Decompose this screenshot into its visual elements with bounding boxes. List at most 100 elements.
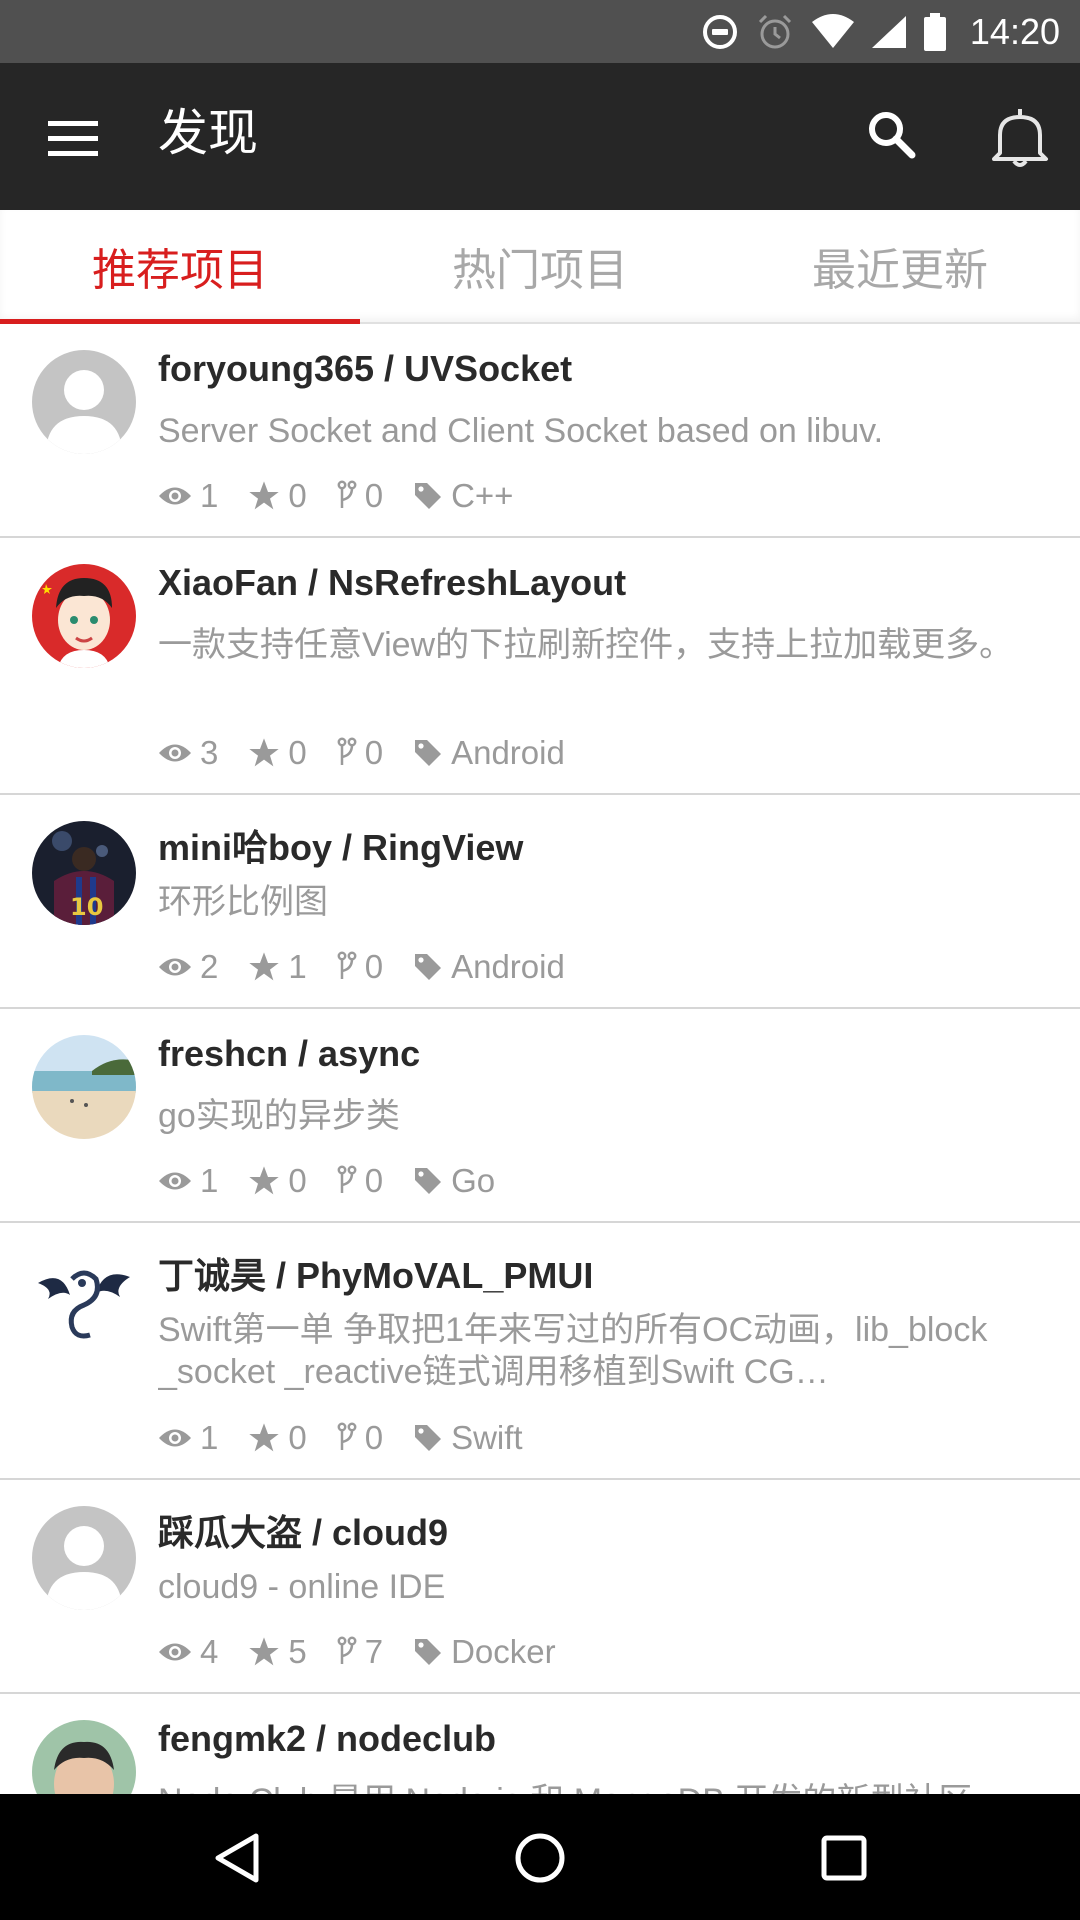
star-icon xyxy=(249,1423,280,1452)
recents-icon xyxy=(821,1835,867,1881)
list-item[interactable]: foryoung365 / UVSocket Server Socket and… xyxy=(0,324,1080,538)
repo-description: 一款支持任意View的下拉刷新控件，支持上拉加载更多。 xyxy=(158,626,1014,664)
eye-icon xyxy=(159,1429,191,1447)
star-icon xyxy=(249,1637,280,1666)
app-bar: 发现 xyxy=(0,63,1080,210)
list-item[interactable]: 踩瓜大盗 / cloud9 cloud9 - online IDE 4 5 7 … xyxy=(0,1480,1080,1694)
language-label: Android xyxy=(451,948,565,985)
repo-stats: 4 5 7 Docker xyxy=(158,1630,586,1674)
repo-name[interactable]: fengmk2 / nodeclub xyxy=(158,1718,496,1760)
default-avatar[interactable] xyxy=(32,350,136,454)
repo-description: Server Socket and Client Socket based on… xyxy=(158,412,884,450)
soccer-player-avatar[interactable]: 10 xyxy=(32,821,136,925)
fork-count: 0 xyxy=(364,734,384,771)
watch-count: 2 xyxy=(200,948,219,985)
back-button[interactable] xyxy=(210,1830,266,1890)
recents-button[interactable] xyxy=(818,1832,870,1888)
page-title: 发现 xyxy=(158,104,258,162)
language-label: C++ xyxy=(451,477,514,514)
beach-avatar[interactable] xyxy=(32,1035,136,1139)
tab-bar: 推荐项目 热门项目 最近更新 xyxy=(0,210,1080,324)
repo-name[interactable]: freshcn / async xyxy=(158,1033,420,1075)
repo-stats: 2 1 0 Android xyxy=(158,945,595,989)
navigation-bar xyxy=(0,1794,1080,1920)
tag-icon xyxy=(415,1639,442,1665)
fork-count: 0 xyxy=(364,1162,384,1199)
list-item[interactable]: 10 mini哈boy / RingView 环形比例图 2 1 0 Andro… xyxy=(0,795,1080,1009)
list-item[interactable]: 丁诚昊 / PhyMoVAL_PMUI Swift第一单 争取把1年来写过的所有… xyxy=(0,1223,1080,1480)
default-avatar[interactable] xyxy=(32,1506,136,1610)
star-icon xyxy=(249,738,280,767)
star-count: 0 xyxy=(288,1162,307,1199)
home-button[interactable] xyxy=(512,1830,568,1890)
eye-icon xyxy=(159,1172,191,1190)
tag-icon xyxy=(415,1168,442,1194)
repo-stats: 1 0 0 Go xyxy=(158,1159,525,1203)
watch-count: 4 xyxy=(200,1633,219,1670)
star-count: 5 xyxy=(288,1633,307,1670)
eye-icon xyxy=(159,744,191,762)
cartoon-avatar[interactable] xyxy=(32,564,136,668)
repo-description: cloud9 - online IDE xyxy=(158,1568,446,1606)
repo-name[interactable]: 踩瓜大盗 / cloud9 xyxy=(158,1504,448,1556)
notifications-button[interactable] xyxy=(985,101,1055,171)
tag-icon xyxy=(415,483,442,509)
dragon-avatar[interactable] xyxy=(32,1249,136,1353)
fork-count: 0 xyxy=(364,477,384,514)
repo-list: foryoung365 / UVSocket Server Socket and… xyxy=(0,324,1080,1908)
star-count: 0 xyxy=(288,477,307,514)
star-count: 0 xyxy=(288,734,307,771)
repo-description: 环形比例图 xyxy=(158,883,328,921)
star-count: 0 xyxy=(288,1419,307,1456)
do-not-disturb-icon xyxy=(700,12,740,52)
tab-popular[interactable]: 热门项目 xyxy=(360,210,720,322)
watch-count: 1 xyxy=(200,477,219,514)
repo-name[interactable]: mini哈boy / RingView xyxy=(158,819,523,871)
tab-recent[interactable]: 最近更新 xyxy=(720,210,1080,322)
repo-stats: 3 0 0 Android xyxy=(158,731,595,775)
fork-icon xyxy=(337,480,357,508)
tag-icon xyxy=(415,740,442,766)
tag-icon xyxy=(415,954,442,980)
fork-count: 0 xyxy=(364,948,384,985)
home-icon xyxy=(515,1833,565,1883)
list-item[interactable]: XiaoFan / NsRefreshLayout 一款支持任意View的下拉刷… xyxy=(0,538,1080,795)
menu-button[interactable] xyxy=(38,108,108,168)
repo-description: Swift第一单 争取把1年来写过的所有OC动画，lib_block _sock… xyxy=(158,1311,988,1391)
list-item[interactable]: freshcn / async go实现的异步类 1 0 0 Go xyxy=(0,1009,1080,1223)
alarm-icon xyxy=(754,11,796,53)
status-icons: 14:20 xyxy=(700,0,1060,63)
eye-icon xyxy=(159,487,191,505)
search-icon xyxy=(869,112,916,159)
language-label: Go xyxy=(451,1162,496,1199)
fork-icon xyxy=(337,1165,357,1193)
repo-stats: 1 0 0 Swift xyxy=(158,1416,553,1460)
repo-name[interactable]: foryoung365 / UVSocket xyxy=(158,348,572,390)
language-label: Docker xyxy=(451,1633,556,1670)
watch-count: 3 xyxy=(200,734,219,771)
language-label: Swift xyxy=(451,1419,523,1456)
watch-count: 1 xyxy=(200,1162,219,1199)
star-icon xyxy=(249,1166,280,1195)
search-button[interactable] xyxy=(862,105,922,165)
fork-icon xyxy=(337,951,357,979)
fork-icon xyxy=(337,737,357,765)
language-label: Android xyxy=(451,734,565,771)
tab-recommended[interactable]: 推荐项目 xyxy=(0,210,360,322)
repo-stats: 1 0 0 C++ xyxy=(158,474,543,518)
repo-description: go实现的异步类 xyxy=(158,1097,400,1135)
star-icon xyxy=(249,952,280,981)
signal-icon xyxy=(870,14,908,50)
eye-icon xyxy=(159,958,191,976)
tag-icon xyxy=(415,1425,442,1451)
wifi-icon xyxy=(810,13,856,50)
back-icon xyxy=(215,1833,259,1883)
repo-name[interactable]: 丁诚昊 / PhyMoVAL_PMUI xyxy=(158,1247,593,1299)
watch-count: 1 xyxy=(200,1419,219,1456)
status-bar: 14:20 xyxy=(0,0,1080,63)
fork-count: 0 xyxy=(364,1419,384,1456)
star-count: 1 xyxy=(288,948,307,985)
svg-text:10: 10 xyxy=(70,893,103,921)
repo-name[interactable]: XiaoFan / NsRefreshLayout xyxy=(158,562,626,604)
eye-icon xyxy=(159,1643,191,1661)
